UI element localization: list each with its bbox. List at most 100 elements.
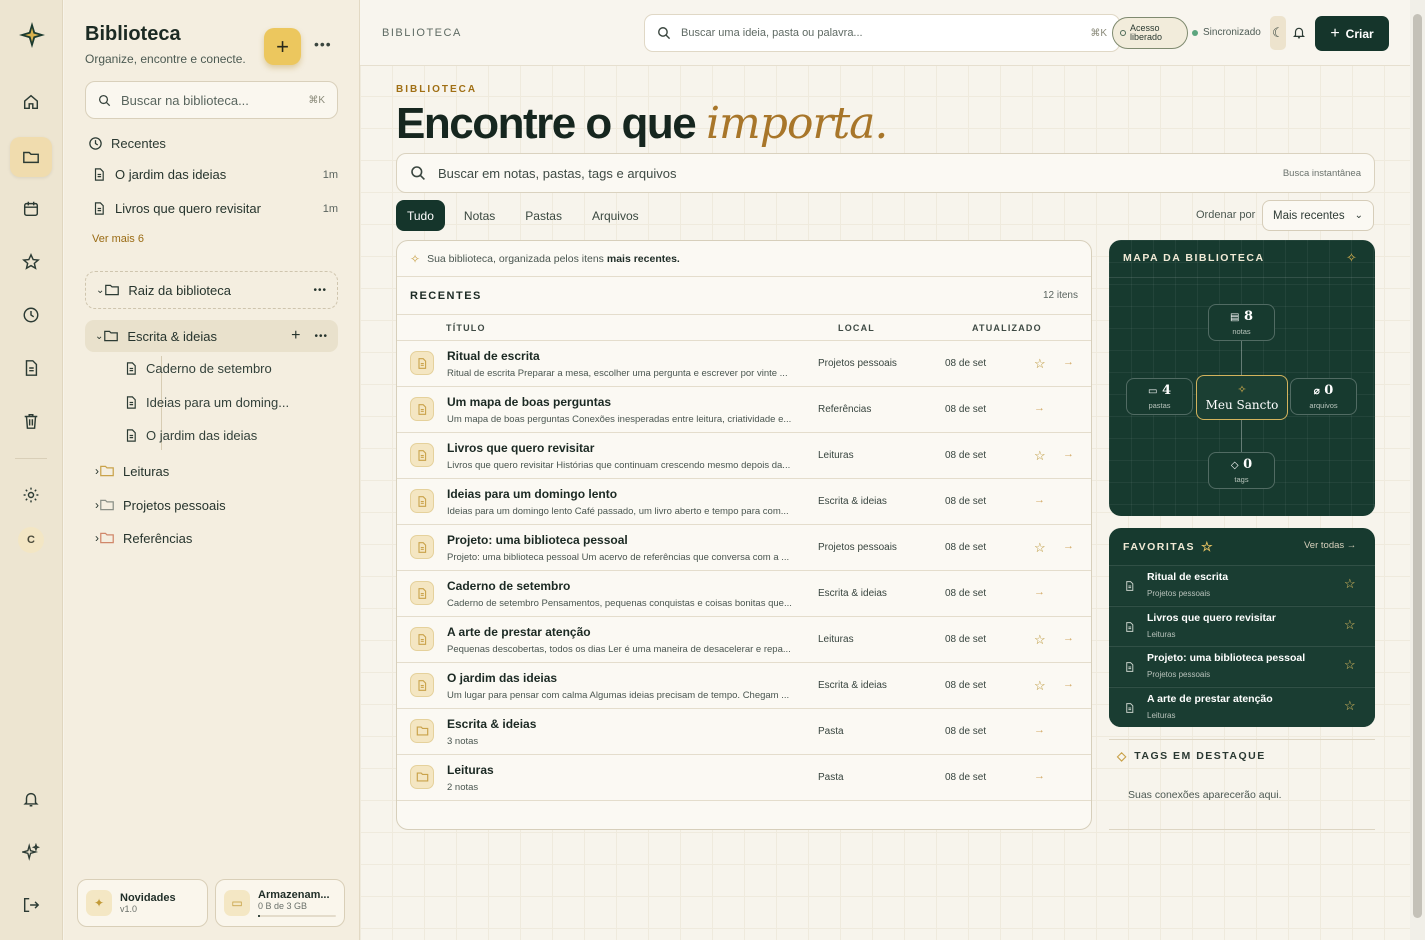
library-root-folder[interactable]: ⌄ Raiz da biblioteca ••• <box>85 271 338 309</box>
create-button[interactable]: + Criar <box>1315 16 1389 51</box>
row-title[interactable]: Projeto: uma biblioteca pessoal <box>447 533 628 547</box>
settings-gear-icon[interactable] <box>13 477 49 513</box>
arrow-right-icon[interactable]: → <box>1034 494 1045 506</box>
see-more-link[interactable]: Ver mais 6 <box>92 233 144 245</box>
app-logo-icon[interactable] <box>17 20 47 50</box>
folder-icon[interactable] <box>10 137 52 177</box>
arrow-right-icon[interactable]: → <box>1034 586 1045 598</box>
avatar[interactable]: C <box>18 527 44 553</box>
folder-item-projetos[interactable]: › Projetos pessoais <box>85 489 338 521</box>
table-row[interactable]: Leituras 2 notas Pasta 08 de set → <box>397 755 1091 801</box>
document-icon[interactable] <box>13 350 49 386</box>
recent-item[interactable]: O jardim das ideias 1m <box>92 167 338 182</box>
favorite-star-icon[interactable]: ☆ <box>1344 576 1356 592</box>
logout-icon[interactable] <box>13 887 49 923</box>
row-title[interactable]: Escrita & ideias <box>447 717 536 731</box>
scrollbar-thumb[interactable] <box>1413 14 1422 918</box>
tree-note-item[interactable]: Ideias para um doming... <box>124 395 289 410</box>
table-row[interactable]: Ritual de escrita Ritual de escrita Prepa… <box>397 341 1091 387</box>
scrollbar[interactable] <box>1410 0 1425 940</box>
see-all-favorites-link[interactable]: Ver todas → <box>1304 540 1356 551</box>
recent-item[interactable]: Livros que quero revisitar 1m <box>92 201 338 216</box>
table-row[interactable]: Escrita & ideias 3 notas Pasta 08 de set → <box>397 709 1091 755</box>
favorite-item[interactable]: A arte de prestar atenção Leituras ☆ <box>1109 686 1375 727</box>
arrow-right-icon[interactable]: → <box>1034 724 1045 736</box>
notification-bell-icon[interactable] <box>13 781 49 817</box>
library-search-input[interactable]: Buscar em notas, pastas, tags e arquivos… <box>396 153 1375 193</box>
row-title[interactable]: Caderno de setembro <box>447 579 570 593</box>
more-options-icon[interactable]: ••• <box>313 285 327 296</box>
column-title[interactable]: TÍTULO <box>446 323 486 333</box>
favorite-star-icon[interactable]: ☆ <box>1034 540 1046 556</box>
tab-pastas[interactable]: Pastas <box>514 200 573 231</box>
favorite-star-icon[interactable]: ☆ <box>1034 448 1046 464</box>
chevron-down-icon[interactable]: ⌄ <box>96 285 104 296</box>
tree-note-item[interactable]: Caderno de setembro <box>124 361 272 376</box>
sparkles-icon[interactable] <box>13 834 49 870</box>
more-options-icon[interactable]: ••• <box>314 331 328 342</box>
arrow-right-icon[interactable]: → <box>1063 356 1074 368</box>
tab-tudo[interactable]: Tudo <box>396 200 445 231</box>
tree-note-item[interactable]: O jardim das ideias <box>124 428 257 443</box>
folder-item-leituras[interactable]: › Leituras <box>85 455 338 487</box>
chevron-down-icon[interactable]: ⌄ <box>95 331 103 342</box>
row-title[interactable]: Ritual de escrita <box>447 349 540 363</box>
sidebar-search-input[interactable]: Buscar na biblioteca... ⌘K <box>85 81 338 119</box>
sort-select[interactable]: Mais recentes ⌄ <box>1262 200 1374 231</box>
star-icon[interactable] <box>13 244 49 280</box>
table-row[interactable]: A arte de prestar atenção Pequenas descob… <box>397 617 1091 663</box>
map-node-notes[interactable]: ▤ 8 notas <box>1208 304 1275 341</box>
folder-item-referencias[interactable]: › Referências <box>85 522 338 554</box>
add-button[interactable]: + <box>264 28 301 65</box>
favorite-star-icon[interactable]: ☆ <box>1344 698 1356 714</box>
favorite-star-icon[interactable]: ☆ <box>1344 617 1356 633</box>
clock-icon[interactable] <box>13 297 49 333</box>
arrow-right-icon[interactable]: → <box>1063 632 1074 644</box>
add-note-plus-icon[interactable]: + <box>291 327 300 345</box>
column-location[interactable]: LOCAL <box>838 323 875 333</box>
arrow-right-icon[interactable]: → <box>1063 540 1074 552</box>
favorite-star-icon[interactable]: ☆ <box>1034 356 1046 372</box>
table-row[interactable]: Projeto: uma biblioteca pessoal Projeto: … <box>397 525 1091 571</box>
table-row[interactable]: O jardim das ideias Um lugar para pensar … <box>397 663 1091 709</box>
folder-item-escrita[interactable]: ⌄ Escrita & ideias + ••• <box>85 320 338 352</box>
column-updated[interactable]: ATUALIZADO <box>972 323 1042 333</box>
dark-mode-moon-icon[interactable]: ☾ <box>1270 16 1286 50</box>
arrow-right-icon[interactable]: → <box>1034 402 1045 414</box>
trash-icon[interactable] <box>13 403 49 439</box>
arrow-right-icon[interactable]: → <box>1063 448 1074 460</box>
map-node-files[interactable]: ⌀ 0 arquivos <box>1290 378 1357 415</box>
map-center-node[interactable]: ✧ Meu Sancto <box>1196 375 1288 420</box>
notification-bell-icon[interactable] <box>1292 25 1306 45</box>
tab-arquivos[interactable]: Arquivos <box>581 200 650 231</box>
sparkles-icon[interactable]: ✧ <box>1346 250 1357 266</box>
calendar-icon[interactable] <box>13 191 49 227</box>
more-options-icon[interactable]: ••• <box>314 36 332 52</box>
arrow-right-icon[interactable]: → <box>1063 678 1074 690</box>
row-title[interactable]: Ideias para um domingo lento <box>447 487 617 501</box>
global-search-input[interactable]: Buscar uma ideia, pasta ou palavra... ⌘K <box>644 14 1120 52</box>
access-status-badge[interactable]: Acesso liberado <box>1112 17 1188 49</box>
table-row[interactable]: Caderno de setembro Caderno de setembro P… <box>397 571 1091 617</box>
table-row[interactable]: Ideias para um domingo lento Ideias para … <box>397 479 1091 525</box>
tab-notas[interactable]: Notas <box>453 200 506 231</box>
row-title[interactable]: Um mapa de boas perguntas <box>447 395 611 409</box>
row-title[interactable]: O jardim das ideias <box>447 671 557 685</box>
map-node-folders[interactable]: ▭ 4 pastas <box>1126 378 1193 415</box>
row-title[interactable]: Livros que quero revisitar <box>447 441 594 455</box>
favorite-item[interactable]: Livros que quero revisitar Leituras ☆ <box>1109 605 1375 646</box>
map-node-tags[interactable]: ◇ 0 tags <box>1208 452 1275 489</box>
favorite-item[interactable]: Projeto: uma biblioteca pessoal Projetos … <box>1109 646 1375 686</box>
favorite-star-icon[interactable]: ☆ <box>1034 678 1046 694</box>
home-icon[interactable] <box>13 84 49 120</box>
favorite-item[interactable]: Ritual de escrita Projetos pessoais ☆ <box>1109 565 1375 605</box>
arrow-right-icon[interactable]: → <box>1034 770 1045 782</box>
table-row[interactable]: Um mapa de boas perguntas Um mapa de boas… <box>397 387 1091 433</box>
row-title[interactable]: A arte de prestar atenção <box>447 625 591 639</box>
table-row[interactable]: Livros que quero revisitar Livros que que… <box>397 433 1091 479</box>
row-title[interactable]: Leituras <box>447 763 494 777</box>
favorite-star-icon[interactable]: ☆ <box>1034 632 1046 648</box>
favorite-star-icon[interactable]: ☆ <box>1344 657 1356 673</box>
news-card[interactable]: ✦ Novidades v1.0 <box>77 879 208 927</box>
storage-card[interactable]: ▭ Armazenam... 0 B de 3 GB <box>215 879 345 927</box>
